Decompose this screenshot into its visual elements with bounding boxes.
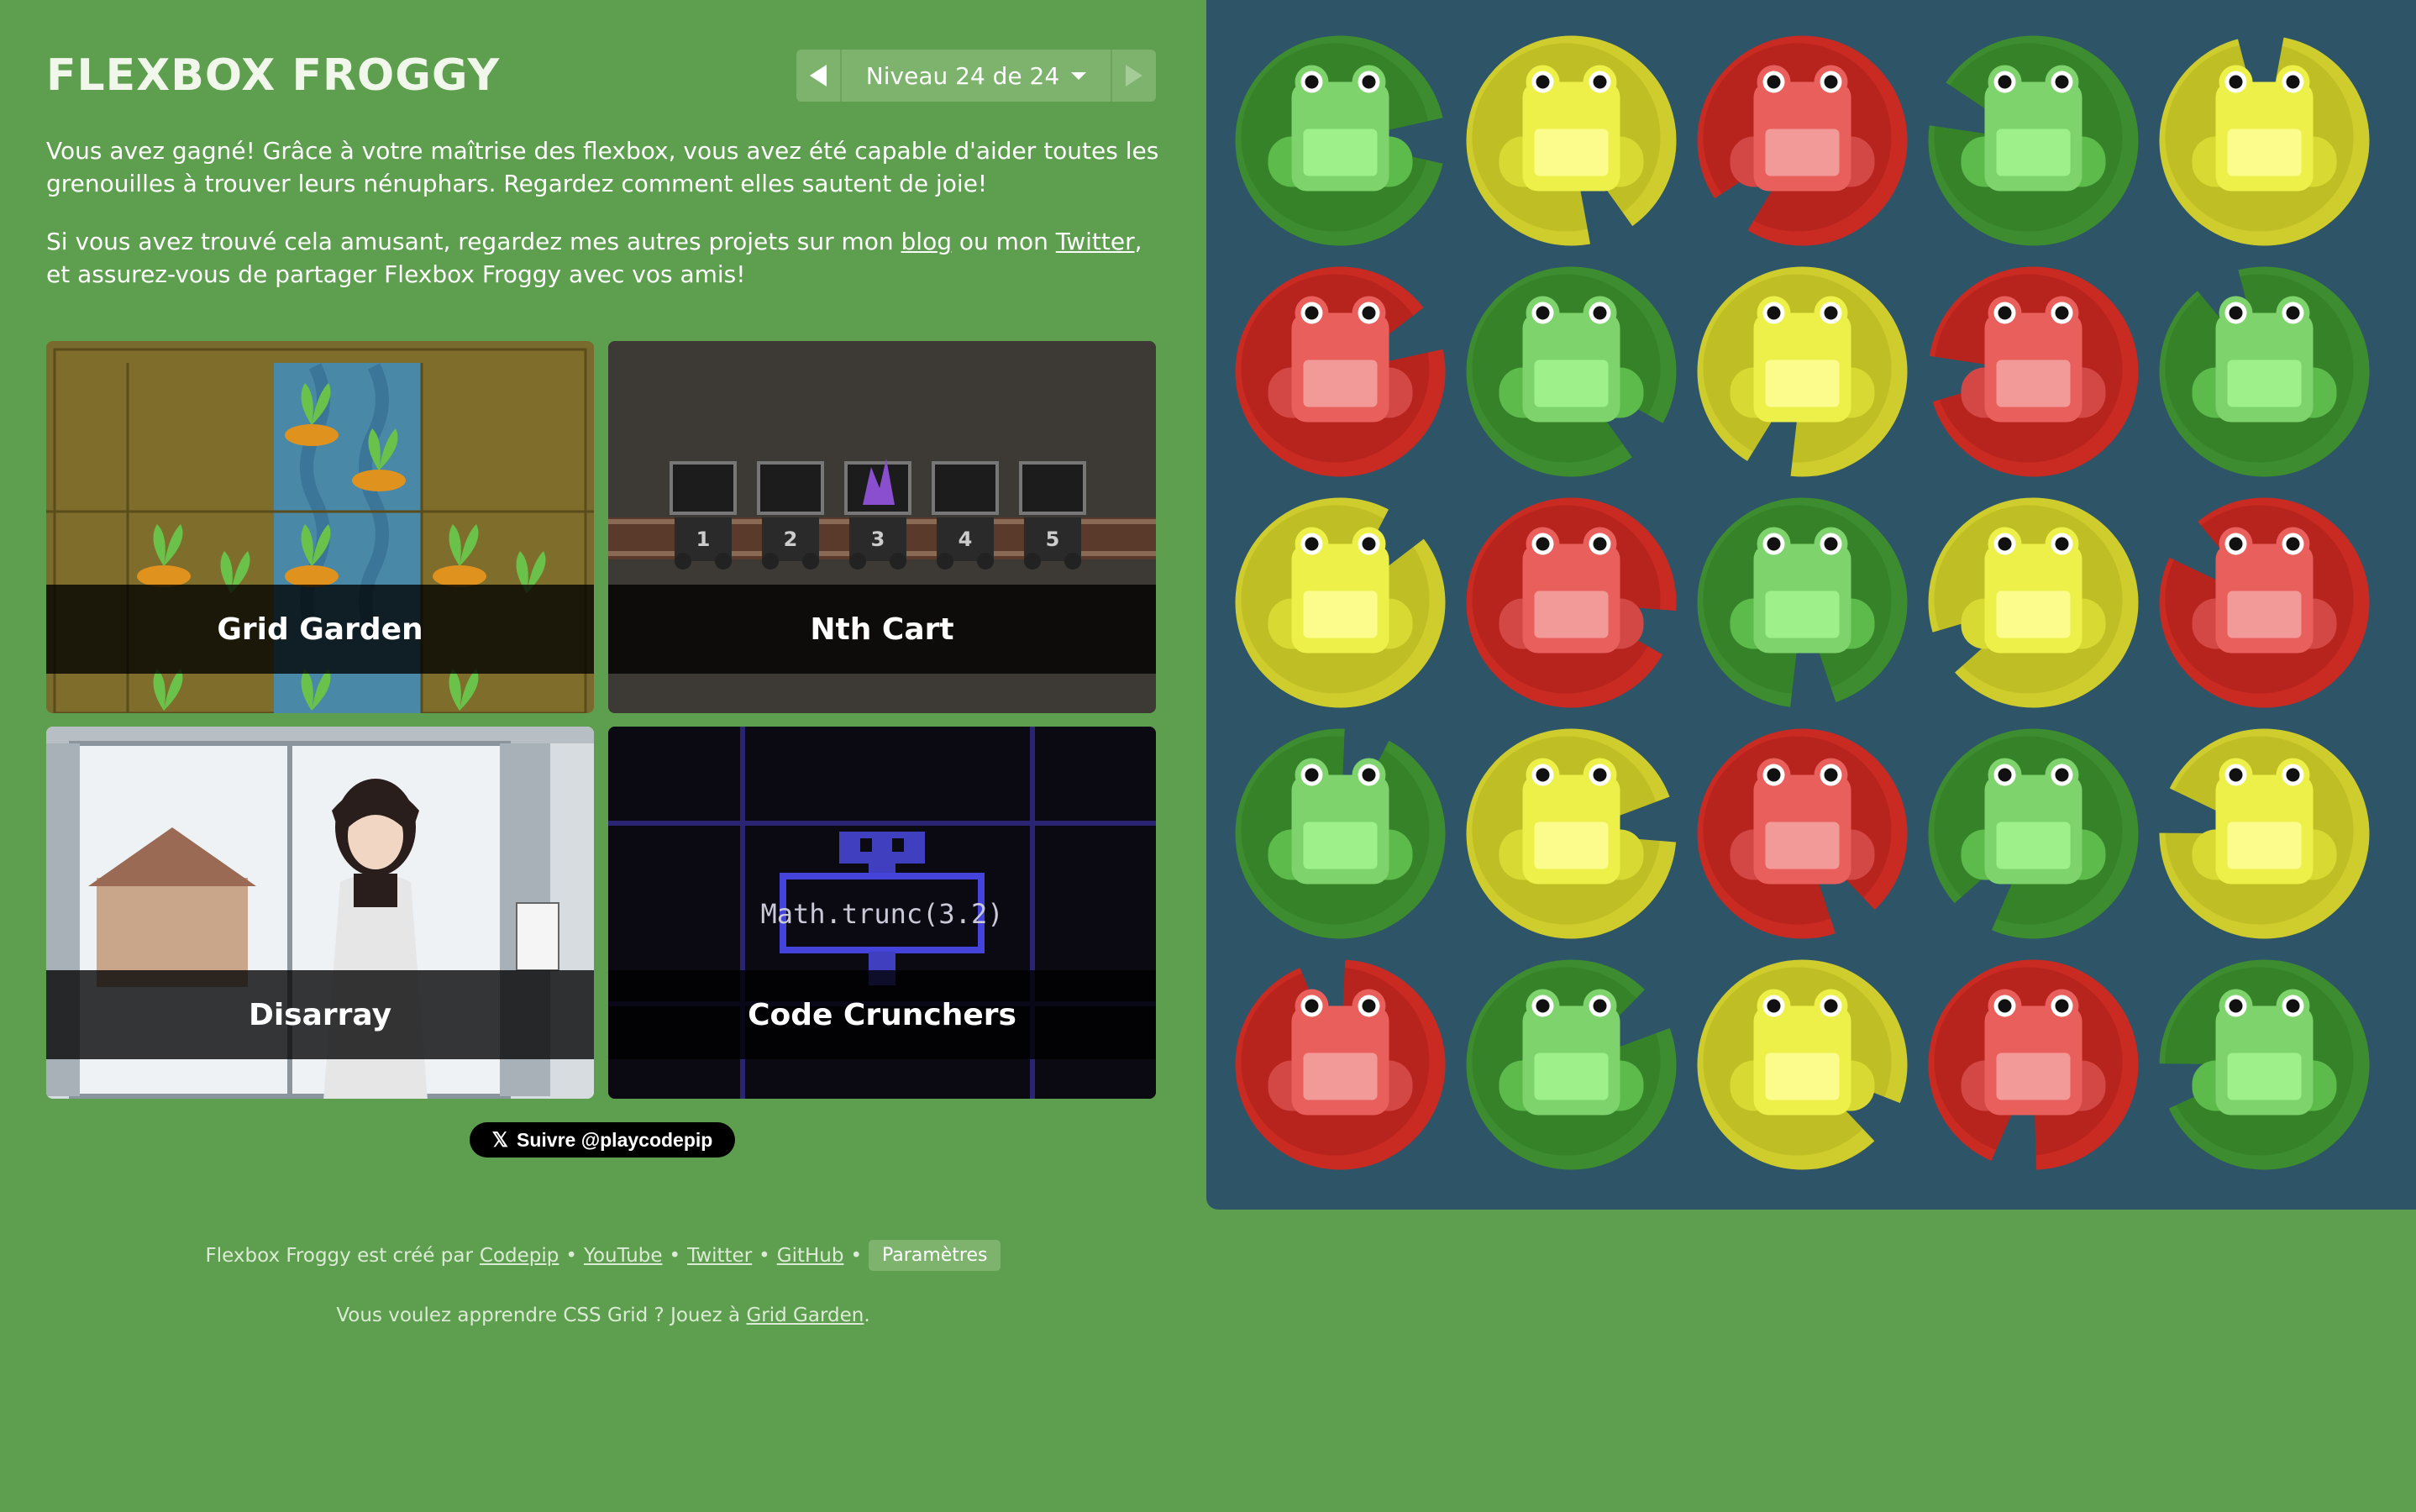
previous-level-button[interactable]: [796, 50, 842, 102]
twitter-follow-button[interactable]: 𝕏 Suivre @playcodepip: [470, 1122, 735, 1158]
grid-garden-link[interactable]: Grid Garden: [746, 1305, 864, 1326]
follow-button-label: Suivre @playcodepip: [517, 1128, 713, 1151]
codepip-link[interactable]: Codepip: [480, 1245, 559, 1267]
projects-text-before: Si vous avez trouvé cela amusant, regard…: [46, 228, 901, 255]
footer-bullet: •: [759, 1244, 770, 1267]
footer-bullet: •: [669, 1244, 681, 1267]
created-by-text: Flexbox Froggy est créé par: [205, 1244, 473, 1267]
project-card-disarray[interactable]: Disarray: [46, 727, 594, 1099]
next-level-button[interactable]: [1111, 50, 1156, 102]
youtube-link[interactable]: YouTube: [584, 1245, 663, 1267]
mine-cart: 3: [844, 459, 911, 570]
pond-illustration: [1235, 24, 2370, 1183]
sidebar: FLEXBOX FROGGY Niveau 24 de 24 Vous avez…: [0, 0, 1206, 1512]
twitter-link[interactable]: Twitter: [1056, 228, 1135, 255]
arrow-right-icon: [1126, 65, 1142, 87]
level-indicator-label: Niveau 24 de 24: [865, 61, 1060, 90]
project-card-label: Disarray: [46, 970, 594, 1059]
footer-bullet: •: [850, 1244, 863, 1267]
project-card-label: Nth Cart: [608, 585, 1156, 674]
project-card-grid-garden[interactable]: Grid Garden: [46, 341, 594, 713]
project-card-label: Code Crunchers: [608, 970, 1156, 1059]
project-card-code-crunchers[interactable]: Math.trunc(3.2) Code Crunchers: [608, 727, 1156, 1099]
projects-message: Si vous avez trouvé cela amusant, regard…: [46, 225, 1172, 291]
footer-twitter-link[interactable]: Twitter: [687, 1245, 752, 1267]
footer-bullet: •: [565, 1244, 577, 1267]
grid-promo-period: .: [864, 1305, 870, 1326]
level-indicator-dropdown[interactable]: Niveau 24 de 24: [842, 50, 1111, 102]
footer-credits: Flexbox Froggy est créé par Codepip • Yo…: [0, 1240, 1206, 1271]
cart-number: 1: [696, 528, 711, 551]
grid-promo-text: Vous voulez apprendre CSS Grid ? Jouez à: [336, 1305, 741, 1326]
project-card-label: Grid Garden: [46, 585, 594, 674]
blog-link[interactable]: blog: [901, 228, 952, 255]
code-expression: Math.trunc(3.2): [761, 898, 1004, 930]
projects-text-middle: ou mon: [952, 228, 1056, 255]
project-card-nth-cart[interactable]: 1 2 3 4 5 Nth Cart: [608, 341, 1156, 713]
win-message: Vous avez gagné! Grâce à votre maîtrise …: [46, 137, 1159, 197]
grid-garden-promo: Vous voulez apprendre CSS Grid ? Jouez à…: [0, 1305, 1206, 1326]
github-link[interactable]: GitHub: [777, 1245, 844, 1267]
arrow-left-icon: [810, 65, 827, 87]
cart-number: 3: [871, 528, 885, 551]
caret-down-icon: [1071, 71, 1087, 80]
cart-number: 5: [1046, 528, 1060, 551]
level-navigation: Niveau 24 de 24: [796, 50, 1156, 102]
cart-number: 4: [959, 528, 973, 551]
app-title: FLEXBOX FROGGY: [46, 50, 501, 101]
cart-number: 2: [784, 528, 798, 551]
settings-button[interactable]: Paramètres: [869, 1240, 1001, 1271]
x-logo-icon: 𝕏: [491, 1128, 508, 1152]
pond-board: [1206, 0, 2416, 1210]
